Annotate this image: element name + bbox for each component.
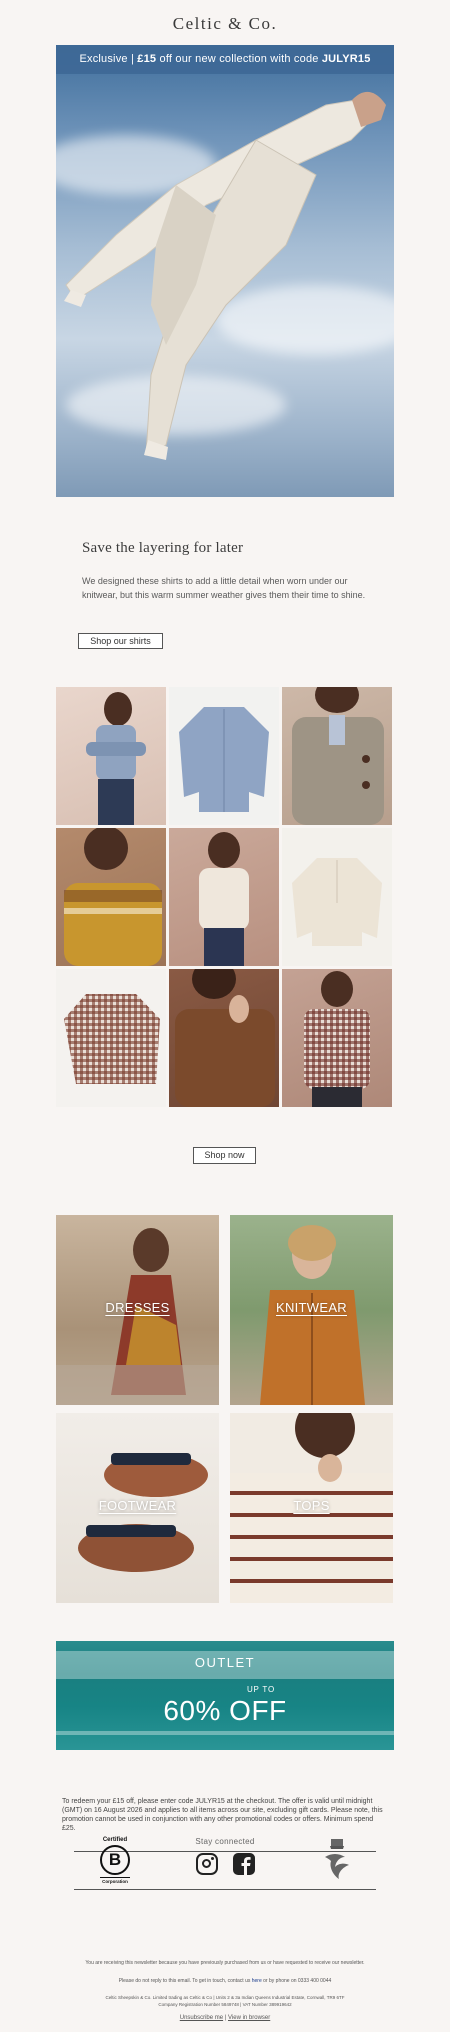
brand-logo[interactable]: Celtic & Co. [0, 14, 450, 34]
contact-here-link[interactable]: here [252, 1978, 262, 1984]
product-tile[interactable] [169, 828, 279, 966]
noreply-suffix: or by phone on 0333 400 0044 [263, 1978, 332, 1984]
noreply-text: Please do not reply to this email. To ge… [56, 1978, 394, 1985]
outlet-discount: 60% OFF [163, 1695, 287, 1726]
view-in-browser-link[interactable]: View in browser [228, 2015, 270, 2021]
bcorp-top-text: Certified [102, 1837, 128, 1843]
bcorp-bottom-text: Corporation [102, 1879, 128, 1884]
banner-code: JULYR15 [321, 53, 371, 65]
product-tile[interactable] [169, 687, 279, 825]
section-headline: Save the layering for later [82, 540, 244, 556]
category-label[interactable]: DRESSES [56, 1300, 219, 1315]
product-tile[interactable] [282, 969, 392, 1107]
newsletter-reason: You are receiving this newsletter becaus… [85, 1960, 365, 1966]
category-label[interactable]: FOOTWEAR [56, 1498, 219, 1513]
footer-divider [74, 1889, 376, 1890]
section-body: We designed these shirts to add a little… [82, 576, 366, 600]
outlet-banner[interactable]: OUTLET UP TO 60% OFF [56, 1641, 394, 1750]
bcorp-letter: B [100, 1845, 130, 1875]
product-image-cream-blouse [292, 858, 382, 946]
category-tile-dresses[interactable]: DRESSES [56, 1215, 219, 1405]
category-tile-footwear[interactable]: FOOTWEAR [56, 1413, 219, 1603]
footer-link-separator: | [224, 2015, 227, 2021]
product-image-striped-shirt-model [86, 692, 146, 825]
noreply-prefix: Please do not reply to this email. To ge… [118, 1978, 251, 1984]
company-info-line1: Celtic Sheepskin & Co. Limited trading a… [105, 1995, 345, 2000]
terms-text: To redeem your £15 off, please enter cod… [62, 1798, 383, 1832]
bcorp-rule [100, 1877, 130, 1878]
hero-image[interactable]: Exclusive | £15 off our new collection w… [56, 45, 394, 497]
unsubscribe-link[interactable]: Unsubscribe me [180, 2015, 223, 2021]
product-image-blue-shirt [179, 707, 269, 812]
product-image-cream-shirt-model [199, 832, 249, 966]
queens-award-icon [319, 1837, 355, 1883]
promo-banner[interactable]: Exclusive | £15 off our new collection w… [56, 45, 394, 74]
outlet-upto: UP TO [246, 1685, 275, 1694]
facebook-icon[interactable] [233, 1853, 255, 1875]
company-info-line2: Company Registration Number 5849748 | VA… [158, 2002, 292, 2007]
product-tile[interactable] [56, 828, 166, 966]
product-tile[interactable] [282, 687, 392, 825]
stay-connected-label: Stay connected [195, 1837, 255, 1846]
instagram-icon[interactable] [196, 1853, 218, 1875]
category-label[interactable]: TOPS [230, 1498, 393, 1513]
product-tile[interactable] [56, 687, 166, 825]
outlet-title: OUTLET [194, 1655, 256, 1670]
flying-shirt-illustration [64, 91, 386, 460]
category-label[interactable]: KNITWEAR [230, 1300, 393, 1315]
shop-shirts-button[interactable]: Shop our shirts [78, 633, 163, 649]
product-image-grey-cardigan [292, 687, 384, 825]
product-image-gingham-shirt [64, 994, 160, 1084]
banner-prefix: Exclusive | [79, 53, 135, 65]
category-tile-tops[interactable]: TOPS [230, 1413, 393, 1603]
product-image-brown-knit-model [175, 969, 275, 1107]
product-image-fairisle-jumper [64, 828, 162, 966]
product-tile[interactable] [169, 969, 279, 1107]
bcorp-logo[interactable]: Certified B Corporation [95, 1836, 135, 1884]
footer-links: Unsubscribe me | View in browser [56, 2015, 394, 2022]
category-tile-knitwear[interactable]: KNITWEAR [230, 1215, 393, 1405]
shop-now-button[interactable]: Shop now [193, 1147, 256, 1164]
product-image-gingham-shirt-model [304, 971, 370, 1107]
banner-offer: £15 [137, 53, 157, 65]
outlet-stripe [56, 1731, 394, 1735]
product-tile[interactable] [282, 828, 392, 966]
banner-middle: off our new collection with code [159, 53, 319, 65]
product-tile[interactable] [56, 969, 166, 1107]
